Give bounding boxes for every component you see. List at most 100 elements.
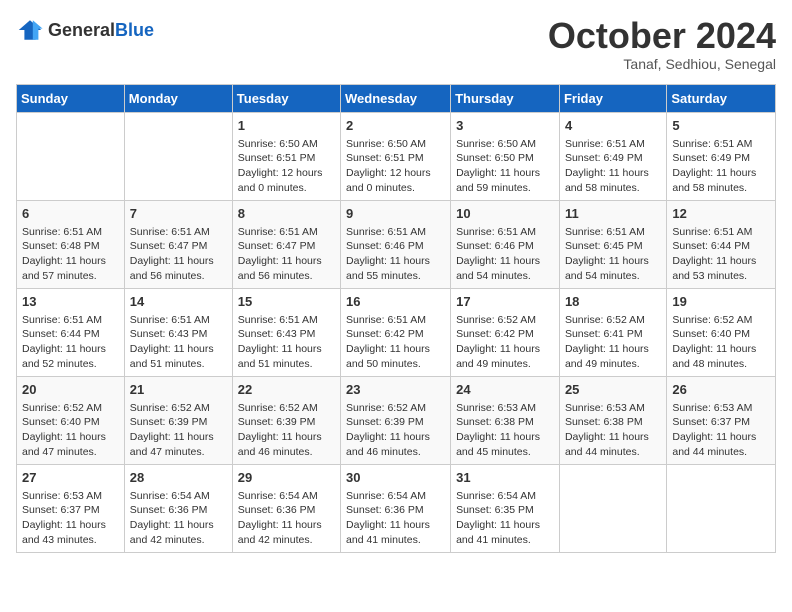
day-number: 25	[565, 381, 661, 399]
logo-text-general: General	[48, 21, 115, 39]
day-number: 17	[456, 293, 554, 311]
day-number: 10	[456, 205, 554, 223]
day-number: 19	[672, 293, 770, 311]
day-number: 31	[456, 469, 554, 487]
day-info: Sunrise: 6:52 AM Sunset: 6:39 PM Dayligh…	[130, 401, 227, 460]
calendar-cell: 23Sunrise: 6:52 AM Sunset: 6:39 PM Dayli…	[341, 376, 451, 464]
title-section: October 2024 Tanaf, Sedhiou, Senegal	[548, 16, 776, 72]
calendar-cell: 24Sunrise: 6:53 AM Sunset: 6:38 PM Dayli…	[451, 376, 560, 464]
day-number: 7	[130, 205, 227, 223]
calendar-cell: 28 Sunrise: 6:54 AM Sunset: 6:36 PM Dayli…	[124, 464, 232, 552]
day-number: 21	[130, 381, 227, 399]
calendar-cell: 27 Sunrise: 6:53 AM Sunset: 6:37 PM Dayli…	[17, 464, 125, 552]
calendar-cell: 31Sunrise: 6:54 AM Sunset: 6:35 PM Dayli…	[451, 464, 560, 552]
day-info: Sunrise: 6:52 AM Sunset: 6:40 PM Dayligh…	[22, 401, 119, 460]
calendar-cell: 17 Sunrise: 6:52 AM Sunset: 6:42 PM Dayli…	[451, 288, 560, 376]
day-info: Sunrise: 6:51 AM Sunset: 6:43 PM Dayligh…	[238, 313, 335, 372]
day-number: 16	[346, 293, 445, 311]
calendar-cell: 14 Sunrise: 6:51 AM Sunset: 6:43 PM Dayli…	[124, 288, 232, 376]
day-info: Sunrise: 6:51 AM Sunset: 6:42 PM Dayligh…	[346, 313, 445, 372]
day-info: Sunrise: 6:52 AM Sunset: 6:42 PM Dayligh…	[456, 313, 554, 372]
day-info: Sunrise: 6:51 AM Sunset: 6:49 PM Dayligh…	[672, 137, 770, 196]
calendar-cell	[124, 112, 232, 200]
calendar-cell: 15 Sunrise: 6:51 AM Sunset: 6:43 PM Dayli…	[232, 288, 340, 376]
day-number: 5	[672, 117, 770, 135]
day-info: Sunrise: 6:54 AM Sunset: 6:36 PM Dayligh…	[130, 489, 227, 548]
calendar-cell: 13 Sunrise: 6:51 AM Sunset: 6:44 PM Dayli…	[17, 288, 125, 376]
calendar-cell: 18 Sunrise: 6:52 AM Sunset: 6:41 PM Dayli…	[559, 288, 666, 376]
day-info: Sunrise: 6:50 AM Sunset: 6:51 PM Dayligh…	[238, 137, 335, 196]
calendar-cell: 6Sunrise: 6:51 AM Sunset: 6:48 PM Daylig…	[17, 200, 125, 288]
day-number: 11	[565, 205, 661, 223]
day-number: 20	[22, 381, 119, 399]
calendar-cell: 25 Sunrise: 6:53 AM Sunset: 6:38 PM Dayli…	[559, 376, 666, 464]
calendar-cell: 16 Sunrise: 6:51 AM Sunset: 6:42 PM Dayli…	[341, 288, 451, 376]
day-number: 26	[672, 381, 770, 399]
day-number: 22	[238, 381, 335, 399]
day-number: 28	[130, 469, 227, 487]
day-number: 23	[346, 381, 445, 399]
calendar-cell: 2 Sunrise: 6:50 AM Sunset: 6:51 PM Daylig…	[341, 112, 451, 200]
page-header: General Blue October 2024 Tanaf, Sedhiou…	[16, 16, 776, 72]
week-row-3: 13 Sunrise: 6:51 AM Sunset: 6:44 PM Dayli…	[17, 288, 776, 376]
day-number: 15	[238, 293, 335, 311]
day-info: Sunrise: 6:51 AM Sunset: 6:44 PM Dayligh…	[22, 313, 119, 372]
day-info: Sunrise: 6:52 AM Sunset: 6:41 PM Dayligh…	[565, 313, 661, 372]
day-info: Sunrise: 6:50 AM Sunset: 6:51 PM Dayligh…	[346, 137, 445, 196]
month-title: October 2024	[548, 16, 776, 56]
weekday-header-thursday: Thursday	[451, 84, 560, 112]
logo-icon	[16, 16, 44, 44]
calendar-cell: 30Sunrise: 6:54 AM Sunset: 6:36 PM Dayli…	[341, 464, 451, 552]
day-number: 13	[22, 293, 119, 311]
weekday-header-saturday: Saturday	[667, 84, 776, 112]
day-info: Sunrise: 6:51 AM Sunset: 6:44 PM Dayligh…	[672, 225, 770, 284]
calendar-cell: 20 Sunrise: 6:52 AM Sunset: 6:40 PM Dayli…	[17, 376, 125, 464]
weekday-header-tuesday: Tuesday	[232, 84, 340, 112]
weekday-header-sunday: Sunday	[17, 84, 125, 112]
day-number: 4	[565, 117, 661, 135]
day-number: 18	[565, 293, 661, 311]
day-number: 14	[130, 293, 227, 311]
day-info: Sunrise: 6:52 AM Sunset: 6:39 PM Dayligh…	[238, 401, 335, 460]
calendar-cell	[17, 112, 125, 200]
day-info: Sunrise: 6:51 AM Sunset: 6:47 PM Dayligh…	[238, 225, 335, 284]
day-number: 27	[22, 469, 119, 487]
day-info: Sunrise: 6:51 AM Sunset: 6:46 PM Dayligh…	[346, 225, 445, 284]
calendar-cell: 21 Sunrise: 6:52 AM Sunset: 6:39 PM Dayli…	[124, 376, 232, 464]
day-info: Sunrise: 6:53 AM Sunset: 6:38 PM Dayligh…	[565, 401, 661, 460]
week-row-1: 1Sunrise: 6:50 AM Sunset: 6:51 PM Daylig…	[17, 112, 776, 200]
day-info: Sunrise: 6:51 AM Sunset: 6:47 PM Dayligh…	[130, 225, 227, 284]
day-info: Sunrise: 6:53 AM Sunset: 6:38 PM Dayligh…	[456, 401, 554, 460]
week-row-2: 6Sunrise: 6:51 AM Sunset: 6:48 PM Daylig…	[17, 200, 776, 288]
calendar-cell: 1Sunrise: 6:50 AM Sunset: 6:51 PM Daylig…	[232, 112, 340, 200]
day-number: 29	[238, 469, 335, 487]
calendar-cell: 22 Sunrise: 6:52 AM Sunset: 6:39 PM Dayli…	[232, 376, 340, 464]
day-info: Sunrise: 6:54 AM Sunset: 6:36 PM Dayligh…	[238, 489, 335, 548]
calendar-cell: 11 Sunrise: 6:51 AM Sunset: 6:45 PM Dayli…	[559, 200, 666, 288]
location: Tanaf, Sedhiou, Senegal	[548, 56, 776, 72]
calendar-cell: 9Sunrise: 6:51 AM Sunset: 6:46 PM Daylig…	[341, 200, 451, 288]
day-number: 2	[346, 117, 445, 135]
calendar-table: SundayMondayTuesdayWednesdayThursdayFrid…	[16, 84, 776, 553]
day-number: 30	[346, 469, 445, 487]
day-number: 12	[672, 205, 770, 223]
day-info: Sunrise: 6:51 AM Sunset: 6:43 PM Dayligh…	[130, 313, 227, 372]
day-info: Sunrise: 6:51 AM Sunset: 6:46 PM Dayligh…	[456, 225, 554, 284]
logo: General Blue	[16, 16, 154, 44]
calendar-cell: 19 Sunrise: 6:52 AM Sunset: 6:40 PM Dayli…	[667, 288, 776, 376]
day-number: 3	[456, 117, 554, 135]
calendar-cell: 7 Sunrise: 6:51 AM Sunset: 6:47 PM Daylig…	[124, 200, 232, 288]
calendar-cell: 4Sunrise: 6:51 AM Sunset: 6:49 PM Daylig…	[559, 112, 666, 200]
day-info: Sunrise: 6:52 AM Sunset: 6:40 PM Dayligh…	[672, 313, 770, 372]
day-info: Sunrise: 6:51 AM Sunset: 6:48 PM Dayligh…	[22, 225, 119, 284]
logo-text-blue: Blue	[115, 21, 154, 39]
weekday-header-row: SundayMondayTuesdayWednesdayThursdayFrid…	[17, 84, 776, 112]
calendar-cell: 12 Sunrise: 6:51 AM Sunset: 6:44 PM Dayli…	[667, 200, 776, 288]
day-info: Sunrise: 6:51 AM Sunset: 6:45 PM Dayligh…	[565, 225, 661, 284]
day-info: Sunrise: 6:53 AM Sunset: 6:37 PM Dayligh…	[672, 401, 770, 460]
day-number: 8	[238, 205, 335, 223]
calendar-cell: 26 Sunrise: 6:53 AM Sunset: 6:37 PM Dayli…	[667, 376, 776, 464]
calendar-cell	[559, 464, 666, 552]
day-info: Sunrise: 6:53 AM Sunset: 6:37 PM Dayligh…	[22, 489, 119, 548]
weekday-header-friday: Friday	[559, 84, 666, 112]
